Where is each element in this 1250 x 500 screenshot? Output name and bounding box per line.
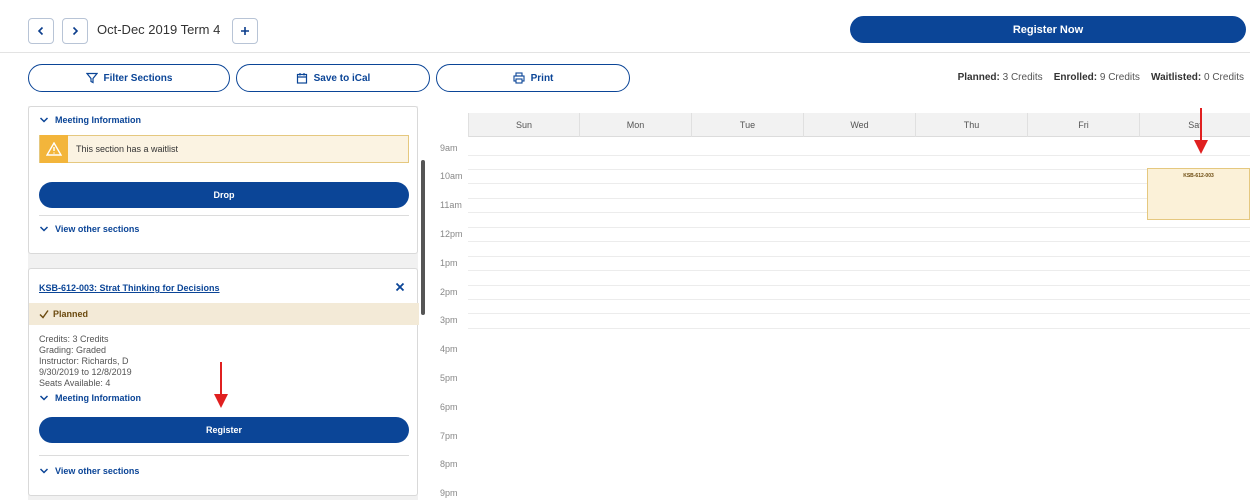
grid-line xyxy=(468,169,1250,170)
grid-line xyxy=(468,241,1250,242)
remove-section-button[interactable] xyxy=(395,279,405,295)
section-seats: Seats Available: 4 xyxy=(39,378,111,388)
weekly-calendar: Sun Mon Tue Wed Thu Fri Sat 9am 10am 11a… xyxy=(438,113,1250,500)
meeting-information-label: Meeting Information xyxy=(55,115,141,125)
view-other-sections-link[interactable]: View other sections xyxy=(39,466,139,476)
hour-label: 9pm xyxy=(440,488,458,498)
enrolled-credits-label: Enrolled: xyxy=(1053,72,1098,83)
waitlisted-credits-label: Waitlisted: xyxy=(1151,72,1202,83)
chevron-down-icon xyxy=(39,468,49,474)
print-label: Print xyxy=(530,72,554,84)
checkmark-icon xyxy=(39,310,49,319)
divider xyxy=(39,455,409,456)
meeting-information-toggle[interactable]: Meeting Information xyxy=(39,115,141,125)
hour-label: 10am xyxy=(440,171,463,181)
grid-line xyxy=(468,328,1250,329)
register-now-button[interactable]: Register Now xyxy=(850,16,1246,43)
day-header-wed: Wed xyxy=(803,113,915,137)
calendar-icon xyxy=(296,73,307,84)
hour-label: 4pm xyxy=(440,344,458,354)
day-header-tue: Tue xyxy=(691,113,803,137)
warning-icon xyxy=(40,135,68,163)
day-header-thu: Thu xyxy=(915,113,1027,137)
chevron-left-icon xyxy=(37,26,44,36)
divider xyxy=(39,215,409,216)
grid-line xyxy=(468,270,1250,271)
waitlisted-credits-value: 0 Credits xyxy=(1203,72,1244,83)
annotation-arrow-icon xyxy=(214,362,228,408)
grid-line xyxy=(468,256,1250,257)
day-header-fri: Fri xyxy=(1027,113,1139,137)
section-card-waitlisted: Meeting Information This section has a w… xyxy=(28,106,418,254)
day-header-sun: Sun xyxy=(468,113,579,137)
planned-credits-label: Planned: xyxy=(957,72,1000,83)
planned-credits-value: 3 Credits xyxy=(1002,72,1043,83)
day-header-mon: Mon xyxy=(579,113,691,137)
meeting-information-toggle[interactable]: Meeting Information xyxy=(39,393,141,403)
plus-icon xyxy=(241,27,249,35)
grid-line xyxy=(468,212,1250,213)
sections-panel: Meeting Information This section has a w… xyxy=(28,106,419,500)
filter-icon xyxy=(85,72,98,84)
print-button[interactable]: Print xyxy=(436,64,630,92)
view-other-sections-label: View other sections xyxy=(55,224,140,234)
chevron-down-icon xyxy=(39,117,49,123)
section-instructor: Instructor: Richards, D xyxy=(39,356,129,366)
grid-line xyxy=(468,183,1250,184)
panel-scrollbar[interactable] xyxy=(421,160,425,315)
add-term-button[interactable] xyxy=(232,18,258,44)
hour-label: 6pm xyxy=(440,402,458,412)
section-credits: Credits: 3 Credits xyxy=(39,334,109,344)
hour-label: 2pm xyxy=(440,287,458,297)
hour-label: 8pm xyxy=(440,459,458,469)
close-icon xyxy=(395,282,405,292)
calendar-event[interactable]: KSB-612-003 xyxy=(1147,168,1250,220)
grid-line xyxy=(468,155,1250,156)
drop-button[interactable]: Drop xyxy=(39,182,409,208)
save-to-ical-button[interactable]: Save to iCal xyxy=(236,64,430,92)
chevron-right-icon xyxy=(72,26,79,36)
hour-label: 5pm xyxy=(440,373,458,383)
save-to-ical-label: Save to iCal xyxy=(313,72,371,84)
enrolled-credits-value: 9 Credits xyxy=(1099,72,1140,83)
filter-sections-button[interactable]: Filter Sections xyxy=(28,64,230,92)
meeting-information-label: Meeting Information xyxy=(55,393,141,403)
calendar-day-header: Sun Mon Tue Wed Thu Fri Sat xyxy=(468,113,1250,137)
grid-line xyxy=(468,227,1250,228)
next-term-button[interactable] xyxy=(62,18,88,44)
previous-term-button[interactable] xyxy=(28,18,54,44)
header-divider xyxy=(0,52,1250,53)
grid-line xyxy=(468,313,1250,314)
hour-label: 3pm xyxy=(440,315,458,325)
waitlist-notice: This section has a waitlist xyxy=(39,135,409,163)
register-button[interactable]: Register xyxy=(39,417,409,443)
hour-label: 11am xyxy=(440,200,462,210)
planned-status-text: Planned xyxy=(53,309,89,319)
printer-icon xyxy=(513,72,525,84)
chevron-down-icon xyxy=(39,226,49,232)
hour-label: 1pm xyxy=(440,258,458,268)
view-other-sections-link[interactable]: View other sections xyxy=(39,224,139,234)
annotation-arrow-icon xyxy=(1194,108,1208,154)
planned-status-badge: Planned xyxy=(29,303,419,325)
hour-label: 9am xyxy=(440,143,458,153)
section-grading: Grading: Graded xyxy=(39,345,107,355)
waitlist-notice-text: This section has a waitlist xyxy=(76,144,179,154)
grid-line xyxy=(468,299,1250,300)
section-dates: 9/30/2019 to 12/8/2019 xyxy=(39,367,132,377)
hour-label: 7pm xyxy=(440,431,458,441)
filter-sections-label: Filter Sections xyxy=(103,72,173,84)
chevron-down-icon xyxy=(39,395,49,401)
grid-line xyxy=(468,198,1250,199)
view-other-sections-label: View other sections xyxy=(55,466,140,476)
term-selector[interactable]: Oct-Dec 2019 Term 4 xyxy=(97,22,220,37)
grid-line xyxy=(468,285,1250,286)
hour-label: 12pm xyxy=(440,229,463,239)
course-title-link[interactable]: KSB-612-003: Strat Thinking for Decision… xyxy=(39,283,220,293)
credits-summary: Planned: 3 Credits Enrolled: 9 Credits W… xyxy=(958,72,1244,83)
